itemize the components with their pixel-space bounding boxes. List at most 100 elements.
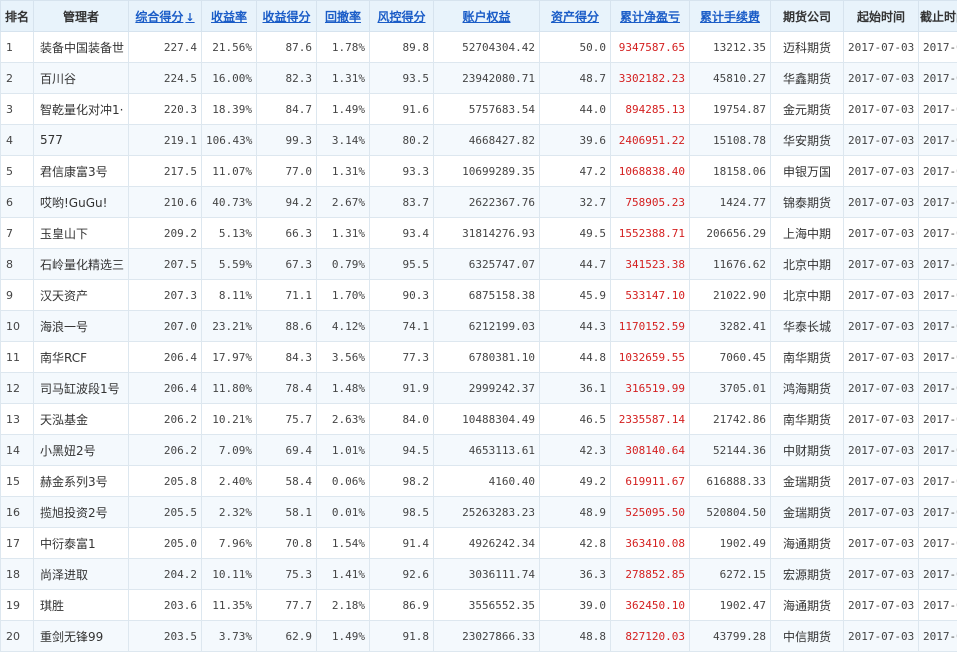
cell-futures-company: 宏源期货 [771, 559, 844, 590]
cell-net-profit: 1032659.55 [611, 342, 690, 373]
header-drawdown[interactable]: 回撤率 [317, 1, 370, 32]
cell-return-score: 87.6 [257, 32, 317, 63]
cell-drawdown: 1.31% [317, 156, 370, 187]
cell-futures-company: 南华期货 [771, 404, 844, 435]
cell-fees: 1902.47 [690, 590, 771, 621]
cell-end-date: 2017-07-31 [919, 590, 957, 621]
cell-risk-score: 93.5 [370, 63, 434, 94]
header-net-profit-label[interactable]: 累计净盈亏 [620, 10, 680, 24]
cell-rank: 16 [1, 497, 34, 528]
cell-return-rate: 7.09% [202, 435, 257, 466]
cell-net-profit: 3302182.23 [611, 63, 690, 94]
cell-futures-company: 南华期货 [771, 342, 844, 373]
header-return-rate[interactable]: 收益率 [202, 1, 257, 32]
cell-futures-company: 海通期货 [771, 528, 844, 559]
cell-total-score: 207.5 [129, 249, 202, 280]
cell-rank: 12 [1, 373, 34, 404]
header-account-equity[interactable]: 账户权益 [434, 1, 540, 32]
cell-drawdown: 0.79% [317, 249, 370, 280]
cell-manager: 汉天资产 [34, 280, 129, 311]
header-fees[interactable]: 累计手续费 [690, 1, 771, 32]
cell-drawdown: 3.56% [317, 342, 370, 373]
cell-drawdown: 1.01% [317, 435, 370, 466]
cell-return-score: 77.0 [257, 156, 317, 187]
cell-return-rate: 11.80% [202, 373, 257, 404]
table-row: 14小黑妞2号206.27.09%69.41.01%94.54653113.61… [1, 435, 957, 466]
header-net-profit[interactable]: 累计净盈亏 [611, 1, 690, 32]
cell-drawdown: 1.54% [317, 528, 370, 559]
cell-total-score: 224.5 [129, 63, 202, 94]
cell-fees: 11676.62 [690, 249, 771, 280]
table-row: 7玉皇山下209.25.13%66.31.31%93.431814276.934… [1, 218, 957, 249]
cell-asset-score: 32.7 [540, 187, 611, 218]
header-total-score-label[interactable]: 综合得分 [135, 10, 183, 24]
cell-return-rate: 11.35% [202, 590, 257, 621]
header-risk-score-label[interactable]: 风控得分 [377, 10, 425, 24]
table-row: 13天泓基金206.210.21%75.72.63%84.010488304.4… [1, 404, 957, 435]
cell-net-profit: 2335587.14 [611, 404, 690, 435]
cell-start-date: 2017-07-03 [844, 559, 919, 590]
cell-rank: 15 [1, 466, 34, 497]
cell-return-score: 66.3 [257, 218, 317, 249]
cell-net-profit: 316519.99 [611, 373, 690, 404]
table-row: 16揽旭投资2号205.52.32%58.10.01%98.525263283.… [1, 497, 957, 528]
sort-down-arrow-icon[interactable]: ↓ [185, 11, 194, 24]
header-account-equity-label[interactable]: 账户权益 [462, 10, 510, 24]
cell-return-rate: 106.43% [202, 125, 257, 156]
cell-asset-score: 39.0 [540, 590, 611, 621]
cell-account-equity: 5757683.54 [434, 94, 540, 125]
cell-end-date: 2017-07-31 [919, 249, 957, 280]
cell-asset-score: 42.8 [540, 528, 611, 559]
cell-return-score: 69.4 [257, 435, 317, 466]
cell-futures-company: 鸿海期货 [771, 373, 844, 404]
cell-manager: 石岭量化精选三 [34, 249, 129, 280]
cell-return-rate: 23.21% [202, 311, 257, 342]
cell-rank: 14 [1, 435, 34, 466]
cell-futures-company: 金瑞期货 [771, 497, 844, 528]
cell-fees: 19754.87 [690, 94, 771, 125]
cell-fees: 6272.15 [690, 559, 771, 590]
header-return-score[interactable]: 收益得分 [257, 1, 317, 32]
cell-drawdown: 0.06% [317, 466, 370, 497]
table-row: 19琪胜203.611.35%77.72.18%86.93556552.3539… [1, 590, 957, 621]
header-start-date-label: 起始时间 [857, 10, 905, 24]
header-return-rate-label[interactable]: 收益率 [211, 10, 247, 24]
cell-net-profit: 1552388.71 [611, 218, 690, 249]
cell-fees: 520804.50 [690, 497, 771, 528]
cell-total-score: 205.8 [129, 466, 202, 497]
table-row: 4577219.1106.43%99.33.14%80.24668427.823… [1, 125, 957, 156]
header-total-score[interactable]: 综合得分↓ [129, 1, 202, 32]
cell-risk-score: 95.5 [370, 249, 434, 280]
cell-rank: 5 [1, 156, 34, 187]
cell-end-date: 2017-07-31 [919, 311, 957, 342]
cell-net-profit: 9347587.65 [611, 32, 690, 63]
cell-start-date: 2017-07-03 [844, 32, 919, 63]
cell-return-score: 75.3 [257, 559, 317, 590]
cell-return-score: 82.3 [257, 63, 317, 94]
cell-risk-score: 89.8 [370, 32, 434, 63]
cell-futures-company: 金元期货 [771, 94, 844, 125]
cell-return-score: 78.4 [257, 373, 317, 404]
cell-start-date: 2017-07-03 [844, 528, 919, 559]
header-asset-score[interactable]: 资产得分 [540, 1, 611, 32]
cell-net-profit: 533147.10 [611, 280, 690, 311]
header-fees-label[interactable]: 累计手续费 [700, 10, 760, 24]
cell-end-date: 2017-07-31 [919, 32, 957, 63]
cell-start-date: 2017-07-03 [844, 311, 919, 342]
cell-total-score: 206.2 [129, 435, 202, 466]
cell-manager: 百川谷 [34, 63, 129, 94]
table-row: 12司马缸波段1号206.411.80%78.41.48%91.92999242… [1, 373, 957, 404]
header-drawdown-label[interactable]: 回撤率 [325, 10, 361, 24]
table-row: 6哎哟!GuGu!210.640.73%94.22.67%83.72622367… [1, 187, 957, 218]
table-row: 11南华RCF206.417.97%84.33.56%77.36780381.1… [1, 342, 957, 373]
header-return-score-label[interactable]: 收益得分 [262, 10, 310, 24]
header-risk-score[interactable]: 风控得分 [370, 1, 434, 32]
cell-account-equity: 6780381.10 [434, 342, 540, 373]
cell-risk-score: 84.0 [370, 404, 434, 435]
table-row: 5君信康富3号217.511.07%77.01.31%93.310699289.… [1, 156, 957, 187]
table-body: 1装备中国装备世227.421.56%87.61.78%89.852704304… [1, 32, 957, 652]
cell-account-equity: 10699289.35 [434, 156, 540, 187]
cell-net-profit: 308140.64 [611, 435, 690, 466]
header-asset-score-label[interactable]: 资产得分 [551, 10, 599, 24]
cell-asset-score: 44.8 [540, 342, 611, 373]
